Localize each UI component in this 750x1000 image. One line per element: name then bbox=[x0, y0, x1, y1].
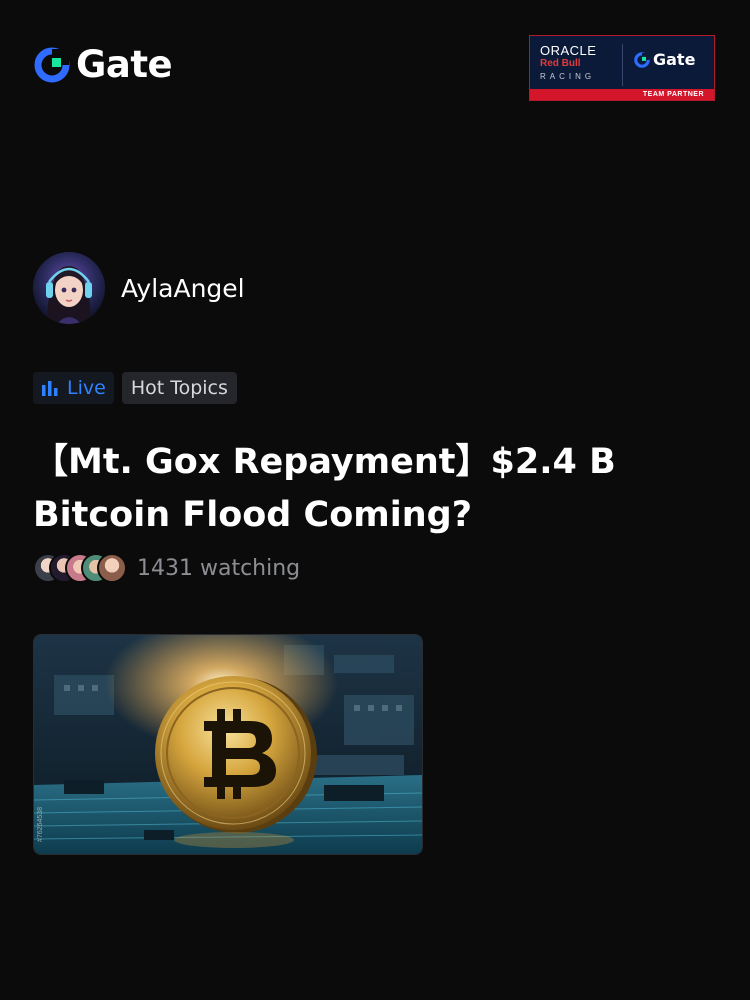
live-post-page: Gate ORACLE Red Bull RACING Gate TEAM PA… bbox=[0, 0, 750, 1000]
live-bars-icon bbox=[42, 381, 58, 396]
watcher-avatar bbox=[97, 553, 127, 583]
hot-topics-label: Hot Topics bbox=[130, 377, 228, 399]
watchers-row: 1431 watching bbox=[33, 553, 300, 583]
author-row[interactable]: AylaAngel bbox=[33, 252, 245, 324]
gate-logo[interactable]: Gate bbox=[34, 43, 173, 86]
gate-logo-icon bbox=[34, 47, 70, 82]
live-label: Live bbox=[67, 377, 106, 399]
avatar[interactable] bbox=[33, 252, 105, 324]
avatar-illustration bbox=[33, 252, 105, 324]
bitcoin-thumbnail[interactable]: #76264538 bbox=[33, 634, 423, 855]
team-partner-banner[interactable]: ORACLE Red Bull RACING Gate TEAM PARTNER bbox=[529, 35, 715, 101]
watcher-avatars bbox=[33, 553, 127, 583]
post-title[interactable]: 【Mt. Gox Repayment】$2.4 B Bitcoin Flood … bbox=[33, 436, 673, 542]
partner-gate-logo: Gate bbox=[634, 50, 695, 69]
image-stock-id: #76264538 bbox=[37, 806, 44, 842]
live-badge[interactable]: Live bbox=[33, 372, 114, 404]
partner-oracle-text: ORACLE bbox=[540, 43, 597, 58]
author-name[interactable]: AylaAngel bbox=[121, 274, 245, 303]
gate-small-logo-icon bbox=[634, 51, 650, 68]
bitcoin-coin-illustration bbox=[34, 635, 422, 854]
partner-racing-text: RACING bbox=[540, 72, 596, 81]
partner-gate-text: Gate bbox=[653, 50, 696, 69]
hot-topics-tag[interactable]: Hot Topics bbox=[121, 372, 237, 404]
watching-count: 1431 watching bbox=[137, 555, 301, 581]
partner-ribbon: TEAM PARTNER bbox=[530, 89, 714, 100]
logo-text: Gate bbox=[76, 43, 173, 86]
partner-divider bbox=[622, 44, 623, 86]
partner-redbull-text: Red Bull bbox=[540, 58, 581, 69]
tag-row: Live Hot Topics bbox=[33, 372, 237, 404]
